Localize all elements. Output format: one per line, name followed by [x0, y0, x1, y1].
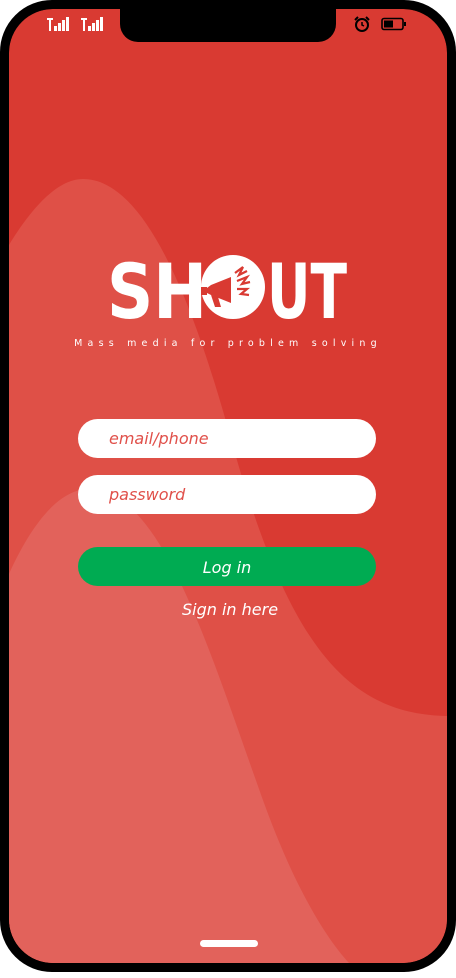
signal-icon [47, 16, 69, 32]
svg-text:SH: SH [107, 253, 207, 323]
brand-tagline: Mass media for problem solving [74, 338, 382, 349]
battery-icon [381, 17, 407, 31]
login-button[interactable]: Log in [78, 547, 376, 586]
app-screen: SH UT Mass media for problem solving Log… [9, 9, 447, 963]
status-bar-left [47, 16, 103, 32]
signal-icon [81, 16, 103, 32]
home-indicator[interactable] [200, 940, 258, 947]
svg-text:UT: UT [267, 253, 347, 323]
camera-notch [120, 9, 336, 42]
password-field[interactable] [78, 475, 376, 514]
alarm-clock-icon [353, 15, 371, 33]
email-field[interactable] [78, 419, 376, 458]
shout-logo: SH UT [107, 247, 347, 336]
signin-link[interactable]: Sign in here [9, 600, 447, 619]
status-bar-right [353, 15, 407, 33]
phone-frame: SH UT Mass media for problem solving Log… [0, 0, 456, 972]
